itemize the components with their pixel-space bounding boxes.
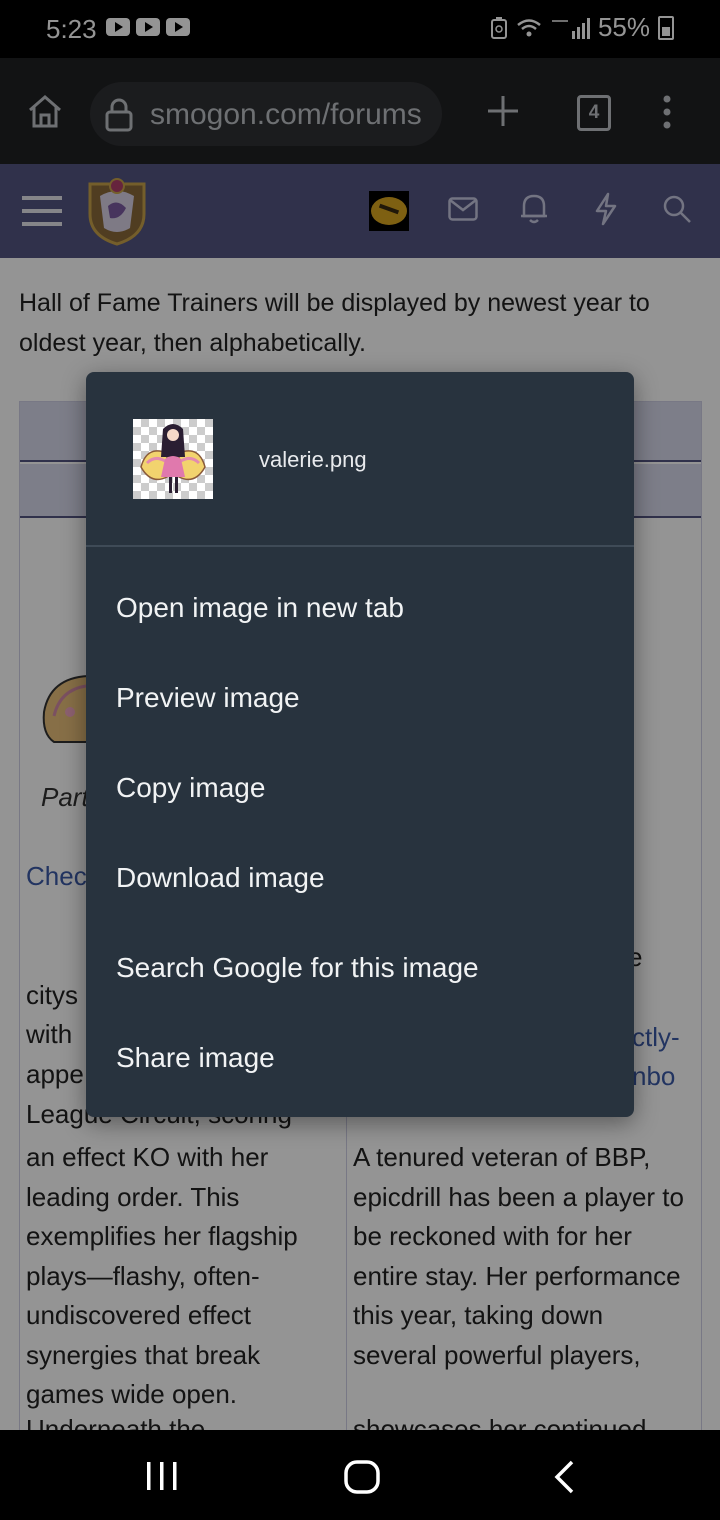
recent-apps-icon[interactable]	[145, 1461, 179, 1491]
valerie-sprite	[140, 424, 206, 493]
home-button-icon[interactable]	[344, 1460, 380, 1494]
back-icon[interactable]	[552, 1460, 576, 1494]
menu-divider	[86, 545, 634, 547]
download-image-item[interactable]: Download image	[86, 833, 634, 923]
system-nav-bar	[0, 1430, 720, 1520]
copy-image-item[interactable]: Copy image	[86, 743, 634, 833]
preview-image-item[interactable]: Preview image	[86, 653, 634, 743]
image-thumbnail	[133, 419, 213, 499]
image-filename: valerie.png	[259, 447, 367, 472]
image-context-menu: valerie.png Open image in new tab Previe…	[86, 372, 634, 1117]
share-image-item[interactable]: Share image	[86, 1013, 634, 1103]
open-image-new-tab-item[interactable]: Open image in new tab	[86, 563, 634, 653]
search-google-image-item[interactable]: Search Google for this image	[86, 923, 634, 1013]
